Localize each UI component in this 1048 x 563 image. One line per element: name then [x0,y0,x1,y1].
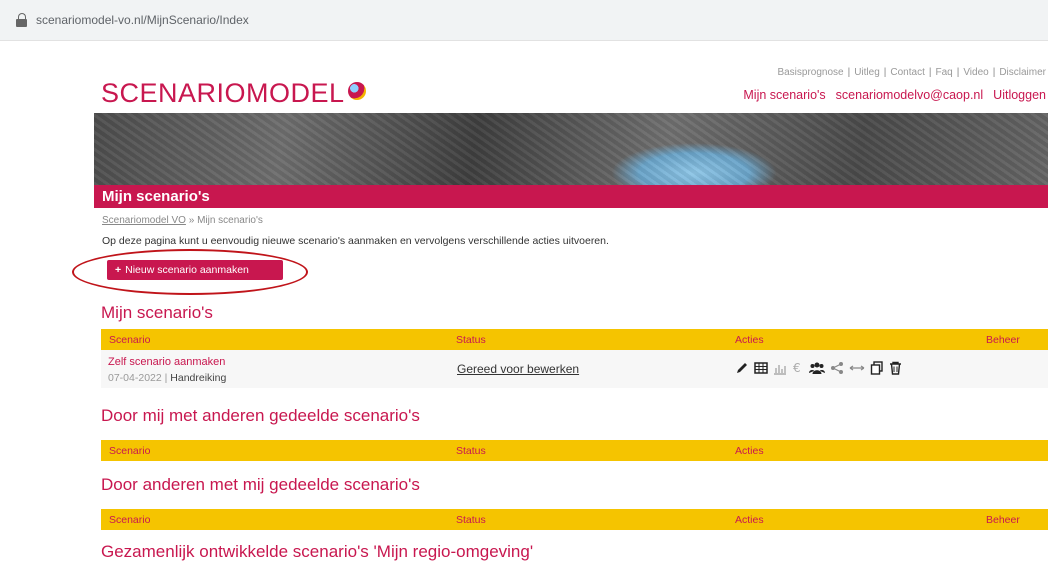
group-icon[interactable] [809,361,825,375]
table-icon[interactable] [754,361,768,375]
separator: | [956,67,960,78]
logo-text: SCENARIOMODEL [101,78,345,108]
column-header-scenario[interactable]: Scenario [109,334,150,346]
table-header-shared-with-me: Scenario Status Acties Beheer [101,509,1048,530]
annotation-ellipse [72,249,308,295]
column-header-acties: Acties [735,334,764,346]
scenario-date: 07-04-2022 [108,372,162,384]
link-disclaimer[interactable]: Disclaimer [999,67,1046,78]
arrows-icon[interactable] [849,361,865,375]
user-links: Mijn scenario's scenariomodelvo@caop.nl Ui… [733,88,1046,102]
section-title-shared-with-me: Door anderen met mij gedeelde scenario's [101,475,420,494]
header-banner-image [94,113,1048,185]
scenario-type: Handreiking [170,372,227,384]
section-title-shared-by-me: Door mij met anderen gedeelde scenario's [101,406,420,425]
share-icon[interactable] [830,361,844,375]
scenario-status-link[interactable]: Gereed voor bewerken [457,362,579,376]
column-header-status[interactable]: Status [456,514,486,526]
link-my-scenarios[interactable]: Mijn scenario's [743,88,825,102]
url-text[interactable]: scenariomodel-vo.nl/MijnScenario/Index [36,13,249,27]
breadcrumb-home[interactable]: Scenariomodel VO [102,215,186,226]
link-contact[interactable]: Contact [890,67,924,78]
link-email[interactable]: scenariomodelvo@caop.nl [836,88,984,102]
column-header-acties: Acties [735,514,764,526]
table-row: Zelf scenario aanmaken 07-04-2022 | Hand… [101,350,1048,388]
breadcrumb-separator: » [188,215,195,226]
top-links: Basisprognose | Uitleg | Contact | Faq | Video | D… [777,67,1046,78]
separator: | [992,67,996,78]
link-logout[interactable]: Uitloggen [993,88,1046,102]
column-header-status[interactable]: Status [456,445,486,457]
scenario-name-link[interactable]: Zelf scenario aanmaken [108,356,225,368]
column-header-status[interactable]: Status [456,334,486,346]
link-uitleg[interactable]: Uitleg [854,67,880,78]
scenario-meta: 07-04-2022 | Handreiking [108,372,227,384]
column-header-beheer: Beheer [986,334,1020,346]
intro-text: Op deze pagina kunt u eenvoudig nieuwe s… [102,235,609,247]
separator: | [847,67,851,78]
column-header-scenario[interactable]: Scenario [109,514,150,526]
link-video[interactable]: Video [963,67,988,78]
site-logo[interactable]: SCENARIOMODEL [101,78,366,109]
trash-icon[interactable] [889,361,902,375]
column-header-acties: Acties [735,445,764,457]
separator: | [928,67,932,78]
link-basisprognose[interactable]: Basisprognose [777,67,843,78]
bar-chart-icon[interactable] [773,361,787,375]
table-header-my-scenarios: Scenario Status Acties Beheer [101,329,1048,350]
euro-icon[interactable]: € [792,361,804,375]
page-title-bar: Mijn scenario's [94,185,1048,208]
logo-icon [347,82,366,100]
action-icons: € [735,361,902,375]
lock-icon [14,12,30,28]
link-faq[interactable]: Faq [935,67,952,78]
table-header-shared-by-me: Scenario Status Acties [101,440,1048,461]
breadcrumb-current: Mijn scenario's [197,215,263,226]
section-title-regional: Gezamenlijk ontwikkelde scenario's 'Mijn… [101,542,534,561]
section-title-my-scenarios: Mijn scenario's [101,303,213,322]
column-header-beheer: Beheer [986,514,1020,526]
breadcrumb: Scenariomodel VO » Mijn scenario's [102,215,263,226]
pencil-icon[interactable] [735,361,749,375]
browser-address-bar[interactable]: scenariomodel-vo.nl/MijnScenario/Index [0,0,1048,41]
column-header-scenario[interactable]: Scenario [109,445,150,457]
separator: | [883,67,887,78]
page-title: Mijn scenario's [102,188,210,205]
copy-icon[interactable] [870,361,884,375]
svg-text:€: € [793,361,801,375]
